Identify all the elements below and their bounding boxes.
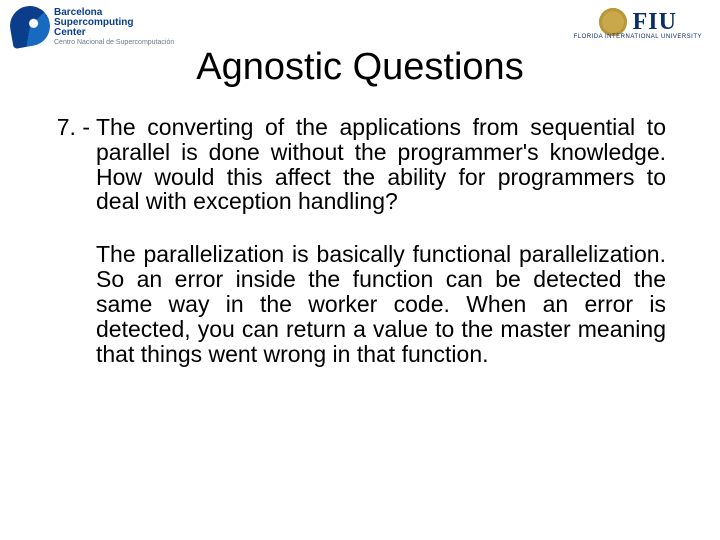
answer-text: The parallelization is basically functio… [96,242,666,366]
slide-body: 7. - The converting of the applications … [0,115,720,366]
fiu-seal-icon [599,8,627,36]
bsc-line3: Center [54,28,174,38]
fiu-logo: FIU FLORIDA INTERNATIONAL UNIVERSITY [574,6,702,40]
bsc-line4: Centro Nacional de Supercomputación [54,39,174,46]
item-text: The converting of the applications from … [96,115,666,366]
slide-title: Agnostic Questions [0,46,720,89]
bsc-logo-text: Barcelona Supercomputing Center Centro N… [54,6,174,46]
fiu-abbrev: FIU [633,9,677,36]
fiu-fullname: FLORIDA INTERNATIONAL UNIVERSITY [574,34,702,40]
qa-item: 7. - The converting of the applications … [40,115,666,366]
bsc-icon [7,3,53,49]
item-number: 7. - [40,115,96,366]
bsc-logo: Barcelona Supercomputing Center Centro N… [10,6,174,46]
slide-header: Barcelona Supercomputing Center Centro N… [0,0,720,52]
question-text: The converting of the applications from … [96,115,666,214]
